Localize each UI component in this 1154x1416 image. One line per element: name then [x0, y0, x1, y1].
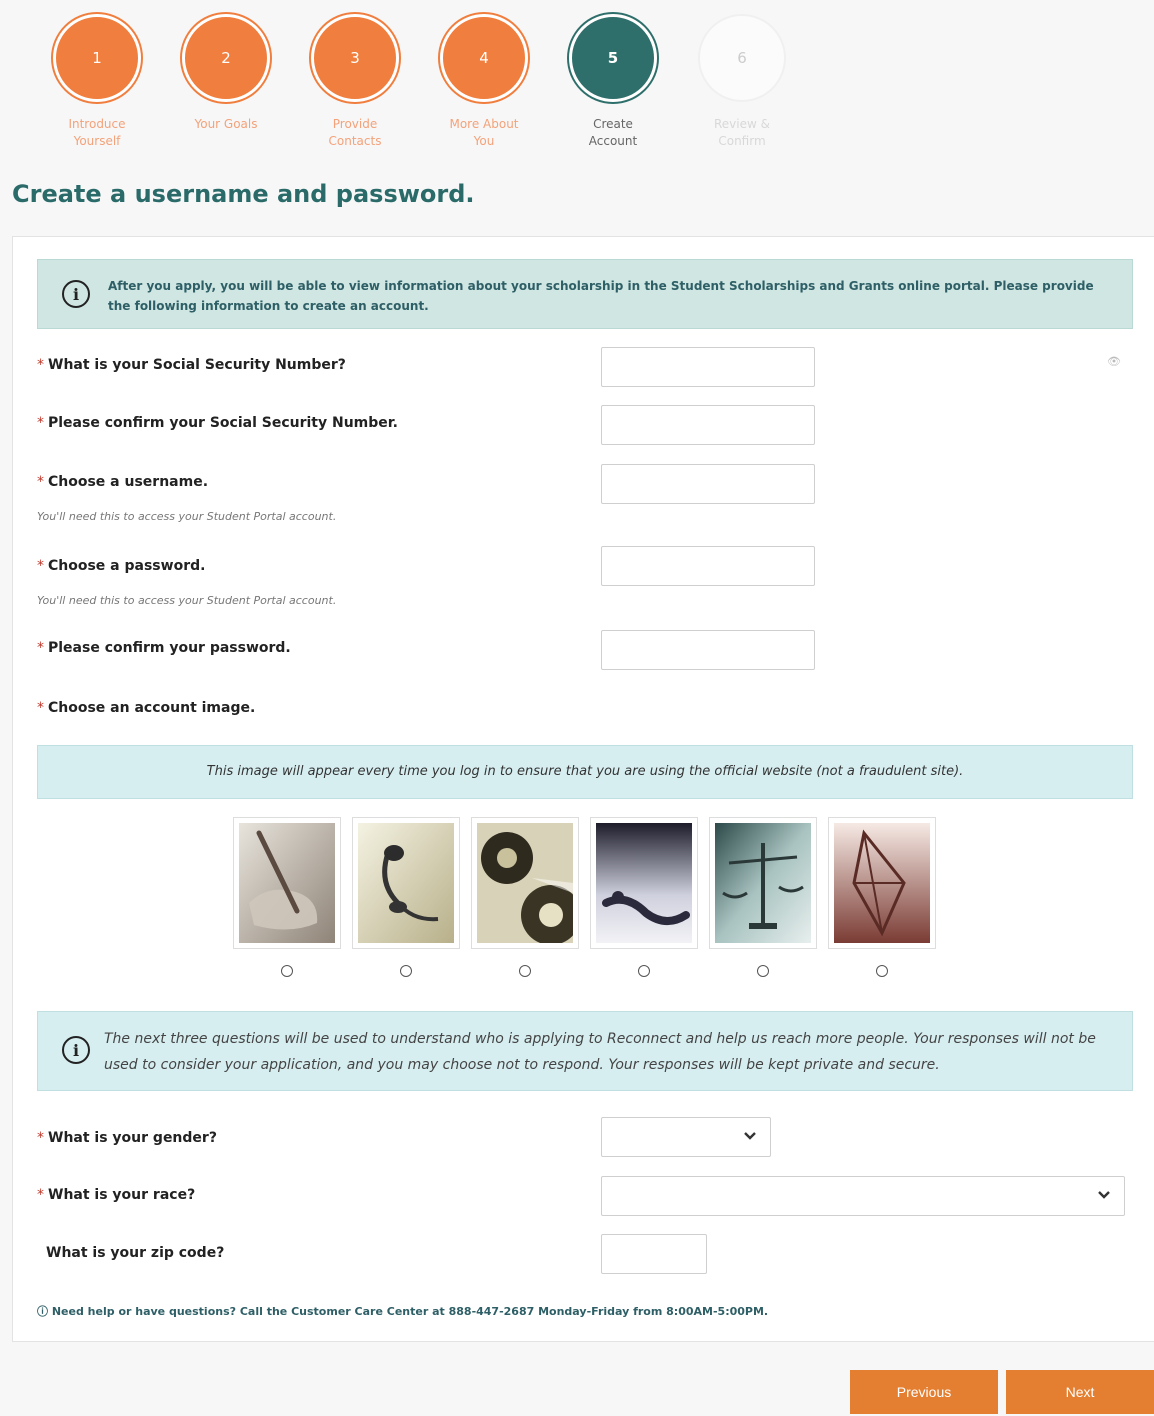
ssn-label: * What is your Social Security Number? — [37, 357, 346, 373]
gender-label: * What is your gender? — [37, 1130, 217, 1146]
account-image-radio-5[interactable] — [757, 965, 769, 977]
username-input[interactable] — [601, 464, 815, 504]
account-image-radio-3[interactable] — [519, 965, 531, 977]
help-info-icon: ⓘ — [37, 1305, 52, 1318]
step-3: 3 Provide Contacts — [295, 14, 415, 150]
info-alert-demographics: i The next three questions will be used … — [37, 1011, 1133, 1091]
ssn-input[interactable] — [601, 347, 815, 387]
account-image-picker — [233, 817, 953, 987]
password-confirm-input[interactable] — [601, 630, 815, 670]
password-input[interactable] — [601, 546, 815, 586]
gears-icon — [477, 823, 581, 945]
image-info-text: This image will appear every time you lo… — [206, 764, 964, 779]
headset-icon — [358, 823, 454, 943]
step-3-circle: 3 — [311, 14, 399, 102]
step-3-label: Provide Contacts — [328, 117, 382, 148]
step-6-circle: 6 — [698, 14, 786, 102]
demographics-info-text: The next three questions will be used to… — [104, 1031, 1096, 1073]
account-image-radio-2[interactable] — [400, 965, 412, 977]
ssn-confirm-input[interactable] — [601, 405, 815, 445]
account-image-headset[interactable] — [352, 817, 460, 949]
zip-label: What is your zip code? — [46, 1245, 225, 1261]
chevron-down-icon — [744, 1132, 756, 1140]
zip-input[interactable] — [601, 1234, 707, 1274]
step-5-circle: 5 — [569, 14, 657, 102]
ssn-confirm-label: * Please confirm your Social Security Num… — [37, 415, 398, 431]
info-icon: i — [62, 1036, 90, 1064]
step-4-circle: 4 — [440, 14, 528, 102]
form-card: i After you apply, you will be able to v… — [12, 236, 1154, 1342]
account-image-radio-1[interactable] — [281, 965, 293, 977]
account-image-gears[interactable] — [471, 817, 581, 949]
step-5: 5 Create Account — [553, 14, 673, 150]
password-confirm-label: * Please confirm your password. — [37, 640, 291, 656]
password-label: * Choose a password. — [37, 558, 206, 574]
pen-on-paper-icon — [239, 823, 335, 943]
step-4-label: More About You — [449, 117, 519, 148]
account-image-radio-4[interactable] — [638, 965, 650, 977]
progress-stepper: 1 Introduce Yourself 2 Your Goals 3 Provi… — [0, 14, 1154, 154]
previous-button[interactable]: Previous — [850, 1370, 998, 1414]
geometric-sculpture-icon — [834, 823, 930, 943]
step-2-circle: 2 — [182, 14, 270, 102]
account-image-corkscrew[interactable] — [590, 817, 698, 949]
gender-select[interactable] — [601, 1117, 771, 1157]
show-ssn-eye-icon[interactable]: 👁 — [1107, 355, 1121, 368]
race-select[interactable] — [601, 1176, 1125, 1216]
corkscrew-icon — [596, 823, 692, 943]
info-alert-image: This image will appear every time you lo… — [37, 745, 1133, 799]
step-6: 6 Review & Confirm — [682, 14, 802, 150]
help-text: ⓘ Need help or have questions? Call the … — [37, 1305, 769, 1318]
step-1-circle: 1 — [53, 14, 141, 102]
info-alert-portal: i After you apply, you will be able to v… — [37, 259, 1133, 329]
account-image-pen[interactable] — [233, 817, 341, 949]
info-alert-text: After you apply, you will be able to vie… — [108, 279, 1094, 313]
account-image-radio-6[interactable] — [876, 965, 888, 977]
next-button[interactable]: Next — [1006, 1370, 1154, 1414]
scales-icon — [715, 823, 811, 943]
step-4: 4 More About You — [424, 14, 544, 150]
step-1: 1 Introduce Yourself — [37, 14, 157, 150]
account-image-scales[interactable] — [709, 817, 817, 949]
chevron-down-icon — [1098, 1191, 1110, 1199]
race-label: * What is your race? — [37, 1187, 196, 1203]
username-label: * Choose a username. — [37, 474, 209, 490]
step-1-label: Introduce Yourself — [68, 117, 126, 148]
username-hint: You'll need this to access your Student … — [37, 510, 337, 523]
step-6-label: Review & Confirm — [714, 117, 770, 148]
step-2: 2 Your Goals — [166, 14, 286, 133]
password-hint: You'll need this to access your Student … — [37, 594, 337, 607]
account-image-geometric[interactable] — [828, 817, 936, 949]
step-2-label: Your Goals — [194, 117, 258, 131]
step-5-label: Create Account — [588, 117, 638, 148]
page-title: Create a username and password. — [12, 180, 475, 208]
info-icon: i — [62, 280, 90, 308]
account-image-label: * Choose an account image. — [37, 700, 256, 716]
